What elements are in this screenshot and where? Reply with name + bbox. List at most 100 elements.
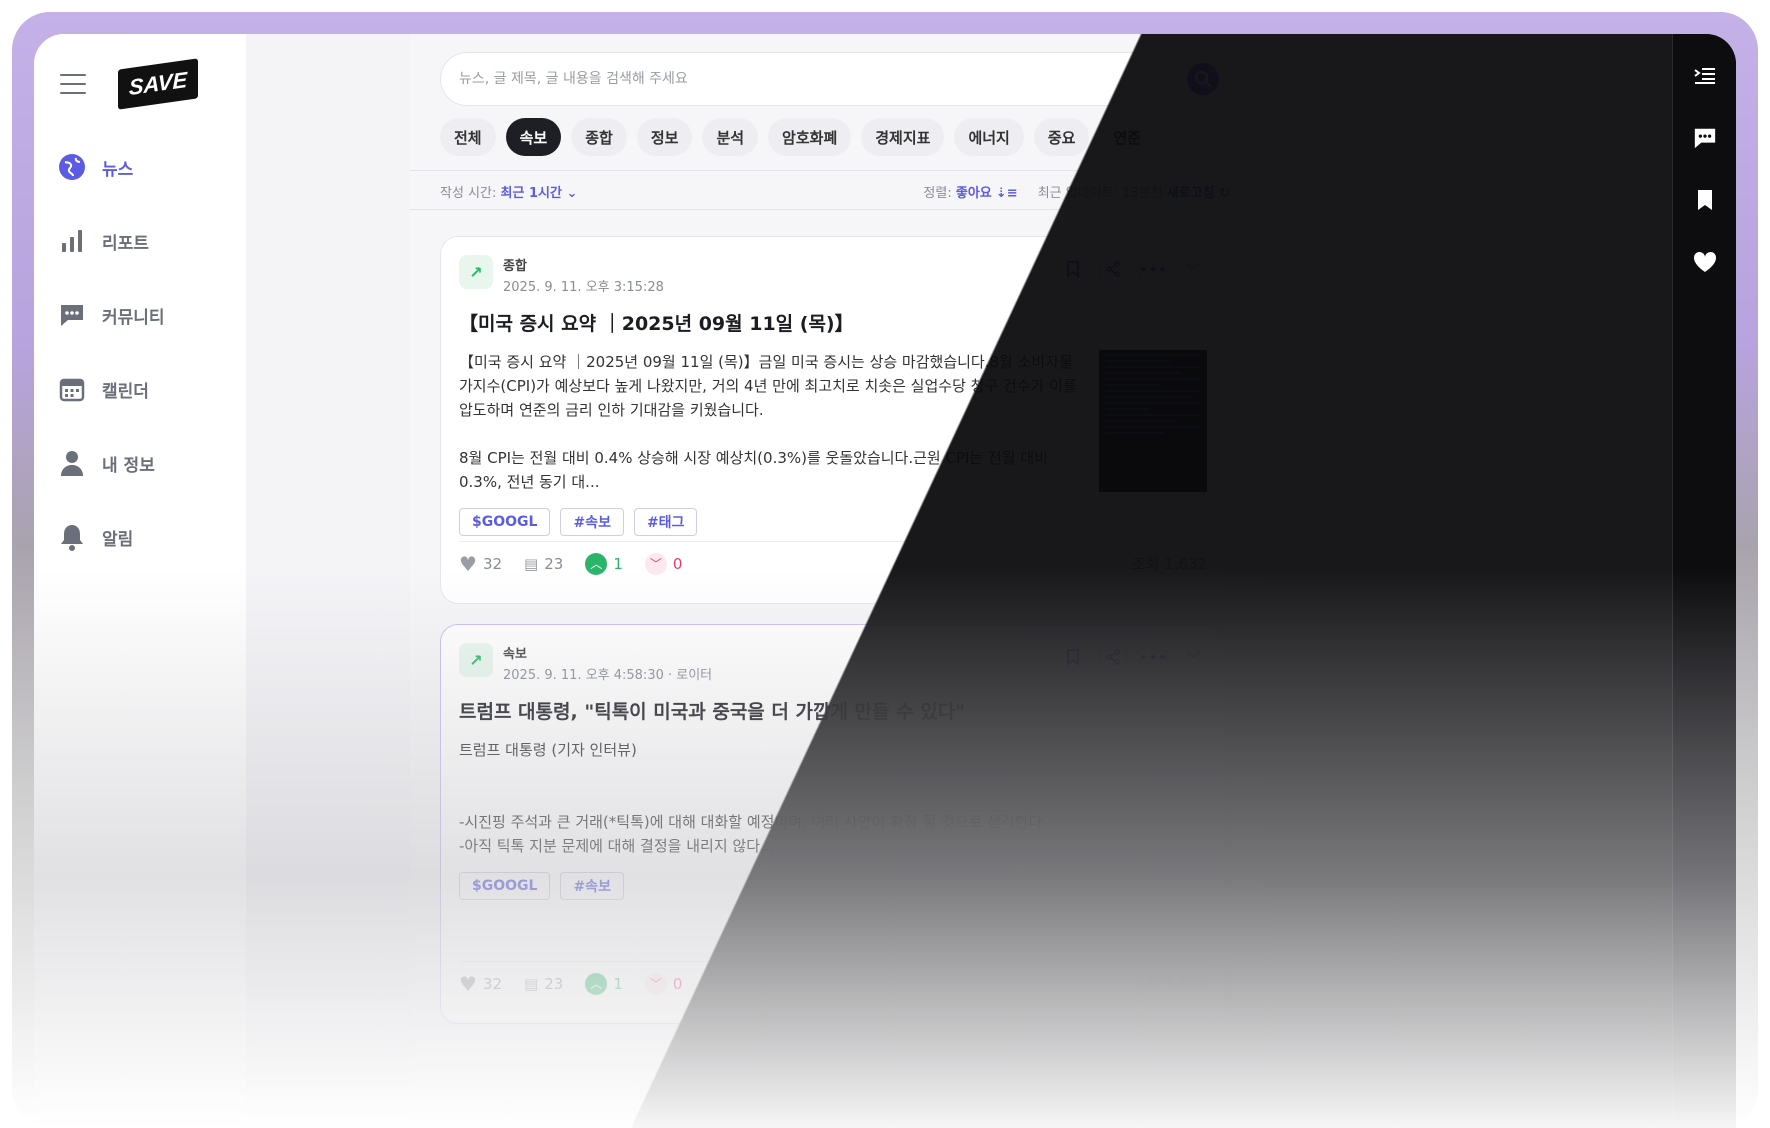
card-actions: ••• ︾ [1059,255,1207,283]
share-button[interactable] [1099,255,1127,283]
tag-hashtag[interactable]: #속보 [560,508,624,536]
downvote-button[interactable]: ﹀ 0 [644,972,682,995]
last-update: 최근 업데이트: 13분전 새로고침 ↻ [1038,182,1230,201]
rail-bookmark-button[interactable] [1673,172,1736,228]
heart-icon: ♥ [459,971,477,996]
share-button[interactable] [1099,643,1127,671]
search-button[interactable] [1187,63,1219,95]
card-stats: ♥ 32 ▤ 23 ︿ 1 ﹀ 0 조회 1,632 [459,961,1207,1005]
sort-and-update: 정렬: 좋아요 ⇣≡ 최근 업데이트: 13분전 새로고침 ↻ [923,182,1230,201]
sidebar-item-news[interactable]: 뉴스 [56,130,236,204]
tag-ticker[interactable]: $GOOGL [459,872,551,900]
chevron-up-icon: ︿ [585,972,608,995]
sidebar-item-calendar[interactable]: 캘린더 [56,352,236,426]
calendar-icon [56,373,88,405]
like-button[interactable]: ♥ 32 [459,552,502,576]
hamburger-menu-icon[interactable] [60,74,86,96]
card-thumbnail[interactable] [1099,350,1207,492]
upvote-button[interactable]: ︿ 1 [585,552,623,575]
downvote-button[interactable]: ﹀ 0 [644,552,682,575]
chat-icon [1694,128,1716,149]
right-rail [1672,34,1736,1128]
card-timestamp: 2025. 9. 11. 오후 3:15:28 [503,280,664,295]
globe-icon [56,151,88,183]
bookmark-button[interactable] [1059,643,1087,671]
news-feed: 전체 속보 종합 정보 분석 암호화폐 경제지표 에너지 중요 연준 작성 시간… [410,34,1262,1128]
chip-energy[interactable]: 에너지 [954,118,1024,156]
search-input[interactable] [459,71,1187,87]
chip-general[interactable]: 종합 [571,118,627,156]
sidebar-item-report[interactable]: 리포트 [56,204,236,278]
chip-analysis[interactable]: 분석 [702,118,759,156]
collapse-button[interactable]: ︾ [1179,643,1207,671]
view-count: 조회 1,632 [1131,555,1207,573]
last-update-label: 최근 업데이트: 13분전 [1037,186,1163,201]
more-options-button[interactable]: ••• [1139,643,1167,671]
card-timestamp: 2025. 9. 11. 오후 4:58:30 · 로이터 [503,668,713,683]
save-logo[interactable]: SAVE [118,58,198,110]
tag-ticker[interactable]: $GOOGL [459,508,551,536]
comment-button[interactable]: ▤ 23 [524,555,563,573]
chip-fed[interactable]: 연준 [1099,118,1156,156]
refresh-icon: ↻ [1219,186,1230,201]
sidebar-item-label: 리포트 [102,233,149,254]
chip-economic-indicators[interactable]: 경제지표 [861,118,945,156]
chip-all[interactable]: 전체 [440,118,496,156]
time-filter-label: 작성 시간: [440,186,497,201]
sidebar-item-label: 뉴스 [102,159,134,180]
upvote-button[interactable]: ︿ 1 [585,972,623,995]
news-card[interactable]: ↗ 속보 2025. 9. 11. 오후 4:58:30 · 로이터 ••• ︾… [440,624,1226,1024]
chip-info[interactable]: 정보 [636,118,693,156]
tag-hashtag[interactable]: #속보 [560,872,624,900]
sidebar-item-label: 커뮤니티 [102,307,165,328]
filter-bar: 작성 시간: 최근 1시간 ⌄ 정렬: 좋아요 ⇣≡ 최근 업데이트: 13분전… [410,170,1262,210]
upvote-count: 1 [613,554,623,573]
card-title[interactable]: 【미국 증시 요약 ｜2025년 09월 11일 (목)】 [459,309,1207,336]
sidebar-item-community[interactable]: 커뮤니티 [56,278,236,352]
indent-list-icon [1694,68,1715,84]
search-icon [1194,70,1212,88]
comment-count: 23 [544,974,564,993]
time-filter-dropdown[interactable]: 최근 1시간 ⌄ [501,186,578,201]
sidebar-item-my-info[interactable]: 내 정보 [56,426,236,500]
comment-button[interactable]: ▤ 23 [524,975,563,993]
collapse-panel-button[interactable] [1673,48,1736,104]
bookmark-button[interactable] [1059,255,1087,283]
sidebar-item-label: 캘린더 [102,381,149,402]
card-actions: ••• ︾ [1059,643,1207,671]
sidebar-item-alerts[interactable]: 알림 [56,500,236,574]
chip-important[interactable]: 중요 [1033,118,1090,156]
heart-icon [1693,251,1717,272]
comment-icon: ▤ [524,974,539,993]
tag-hashtag[interactable]: #태그 [633,508,698,536]
trend-up-arrow-icon: ↗ [459,255,493,289]
trend-up-arrow-icon: ↗ [459,643,493,677]
card-summary: 트럼프 대통령 (기자 인터뷰) -시진핑 주석과 큰 거래(*틱톡)에 대해 … [459,741,1043,855]
card-stats: ♥ 32 ▤ 23 ︿ 1 ﹀ 0 조회 1,632 [459,541,1207,585]
main-area: 전체 속보 종합 정보 분석 암호화폐 경제지표 에너지 중요 연준 작성 시간… [246,34,1698,1128]
comment-icon: ▤ [524,554,539,573]
card-category: 종합 [503,259,527,274]
sort-control[interactable]: 정렬: 좋아요 ⇣≡ [923,182,1017,201]
more-icon: ••• [1138,647,1168,667]
upvote-count: 1 [613,974,623,993]
like-count: 32 [482,974,503,993]
refresh-button[interactable]: 새로고침 ↻ [1167,186,1230,201]
news-card[interactable]: ↗ 종합 2025. 9. 11. 오후 3:15:28 ••• ︾ 【미국 증… [440,236,1226,604]
chevron-down-icon: ⌄ [566,186,578,201]
collapse-button[interactable]: ︾ [1179,255,1207,283]
card-title[interactable]: 트럼프 대통령, "틱톡이 미국과 중국을 더 가깝게 만들 수 있다" [459,697,1207,724]
bookmark-icon [1067,261,1079,278]
card-tags: $GOOGL #속보 #태그 [459,508,1207,536]
chip-crypto[interactable]: 암호화폐 [768,118,852,156]
card-tags: $GOOGL #속보 [459,872,1207,900]
chip-breaking[interactable]: 속보 [505,118,562,156]
rail-like-button[interactable] [1673,234,1736,290]
time-filter: 작성 시간: 최근 1시간 ⌄ [440,182,577,201]
like-button[interactable]: ♥ 32 [459,972,502,996]
rail-chat-button[interactable] [1673,110,1736,166]
card-category: 속보 [503,647,527,662]
card-summary: 【미국 증시 요약 ｜2025년 09월 11일 (목)】금일 미국 증시는 상… [459,353,1077,491]
category-chips: 전체 속보 종합 정보 분석 암호화폐 경제지표 에너지 중요 연준 [440,118,1156,156]
more-options-button[interactable]: ••• [1139,255,1167,283]
